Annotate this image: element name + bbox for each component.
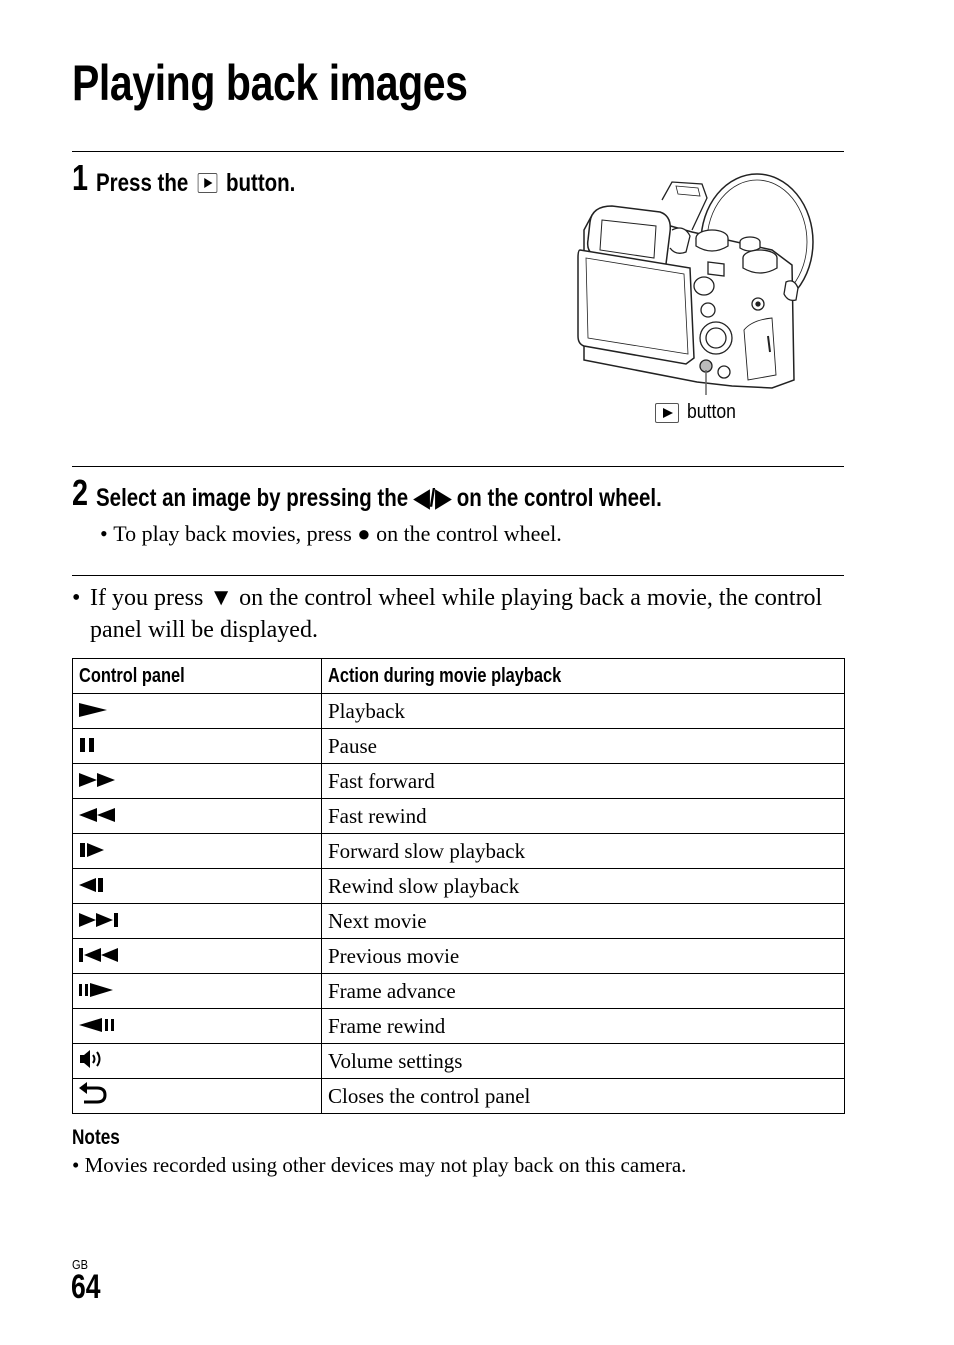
figure-caption: button	[655, 401, 743, 424]
action-cell: Volume settings	[321, 1043, 845, 1079]
action-cell: Frame advance	[321, 973, 845, 1009]
table-row: Frame advance	[72, 973, 845, 1009]
section-divider	[72, 466, 844, 467]
action-cell: Fast rewind	[321, 798, 845, 834]
forward-slow-icon	[79, 840, 109, 860]
bullet-icon: •	[72, 585, 81, 611]
fast-rewind-icon	[79, 805, 119, 825]
camera-illustration	[577, 173, 814, 395]
action-cell: Closes the control panel	[321, 1078, 845, 1114]
notes-item: • Movies recorded using other devices ma…	[72, 1153, 686, 1178]
step-text-before: Press the	[96, 169, 189, 197]
info-bullet: • If you press ▼ on the control wheel wh…	[72, 582, 832, 646]
step-instruction: Press the button.	[96, 171, 295, 196]
previous-movie-icon	[79, 945, 123, 965]
table-row: Rewind slow playback	[72, 868, 845, 904]
step-2-sub-bullet: • To play back movies, press ● on the co…	[100, 521, 562, 547]
control-panel-table: Control panel Action during movie playba…	[72, 658, 845, 1114]
return-icon	[79, 1082, 109, 1104]
page-number: 64	[71, 1268, 101, 1306]
playback-button-icon	[197, 173, 217, 193]
action-cell: Next movie	[321, 903, 845, 939]
volume-icon	[79, 1049, 109, 1069]
pause-icon	[79, 735, 99, 755]
fast-forward-icon	[79, 770, 119, 790]
action-cell: Forward slow playback	[321, 833, 845, 869]
step-1: 1 Press the button.	[72, 160, 339, 196]
column-header: Control panel	[72, 658, 322, 694]
step-instruction: Select an image by pressing the ◀/▶ on t…	[96, 484, 662, 512]
frame-advance-icon	[79, 980, 119, 1000]
table-row: Next movie	[72, 903, 845, 939]
table-row: Forward slow playback	[72, 833, 845, 869]
column-header: Action during movie playback	[321, 658, 845, 694]
figure-caption-text: button	[687, 401, 736, 423]
step-number: 2	[72, 472, 89, 513]
table-row: Frame rewind	[72, 1008, 845, 1044]
next-movie-icon	[79, 910, 123, 930]
action-cell: Playback	[321, 693, 845, 729]
frame-rewind-icon	[79, 1015, 119, 1035]
action-cell: Previous movie	[321, 938, 845, 974]
bullet-icon: •	[100, 521, 114, 546]
table-row: Pause	[72, 728, 845, 764]
table-row: Fast rewind	[72, 798, 845, 834]
play-icon	[79, 700, 109, 720]
action-cell: Rewind slow playback	[321, 868, 845, 904]
table-row: Volume settings	[72, 1043, 845, 1079]
action-cell: Frame rewind	[321, 1008, 845, 1044]
table-row: Closes the control panel	[72, 1078, 845, 1114]
rewind-slow-icon	[79, 875, 109, 895]
page-title: Playing back images	[72, 55, 468, 111]
info-bullet-text: If you press ▼ on the control wheel whil…	[90, 585, 823, 643]
step-text-after: button.	[225, 169, 296, 197]
action-cell: Pause	[321, 728, 845, 764]
sub-bullet-text: To play back movies, press ● on the cont…	[113, 521, 562, 546]
table-row: Previous movie	[72, 938, 845, 974]
notes-item-text: Movies recorded using other devices may …	[84, 1153, 687, 1177]
section-divider	[72, 575, 844, 576]
step-2: 2 Select an image by pressing the ◀/▶ on…	[72, 475, 786, 511]
section-divider	[72, 151, 844, 152]
step-number: 1	[72, 157, 89, 198]
table-row: Playback	[72, 693, 845, 729]
action-cell: Fast forward	[321, 763, 845, 799]
table-header-row: Control panel Action during movie playba…	[72, 658, 845, 694]
table-row: Fast forward	[72, 763, 845, 799]
playback-button-icon	[655, 402, 679, 423]
bullet-icon: •	[72, 1153, 85, 1177]
notes-heading: Notes	[72, 1126, 120, 1149]
